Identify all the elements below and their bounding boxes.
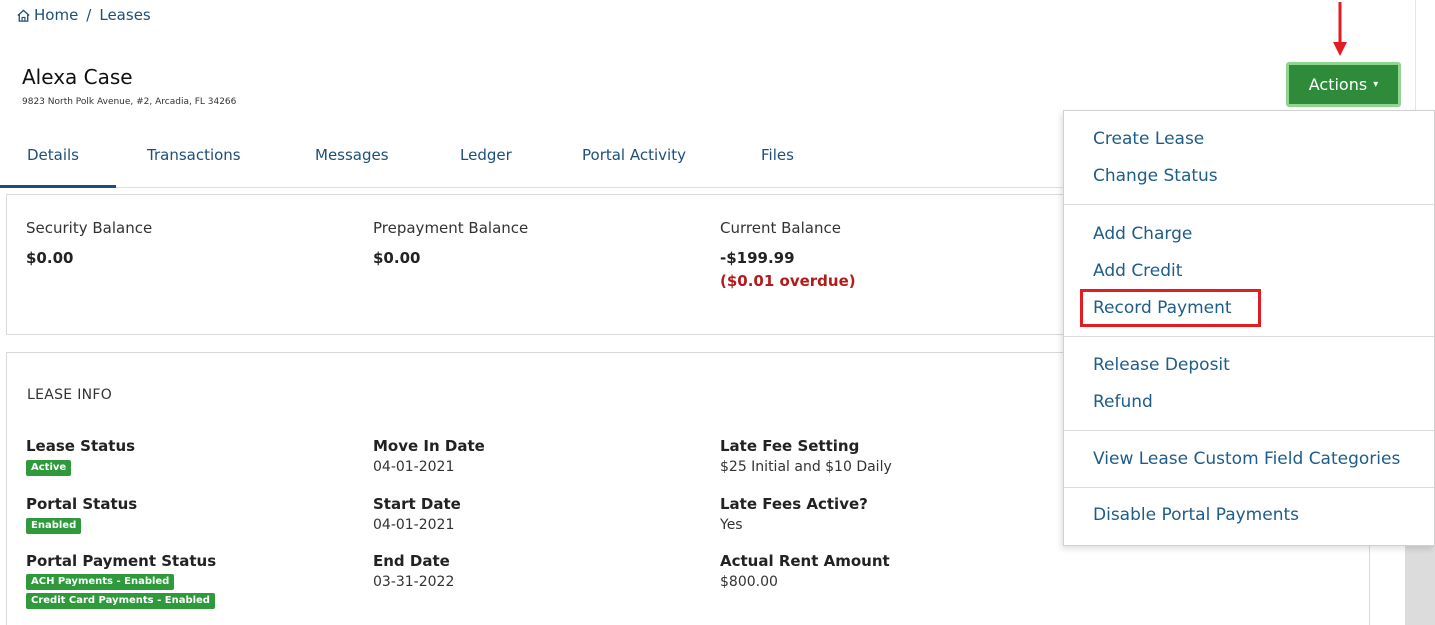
menu-item-disable-portal-payments[interactable]: Disable Portal Payments — [1093, 505, 1299, 525]
menu-item-add-charge[interactable]: Add Charge — [1093, 224, 1192, 244]
menu-item-change-status[interactable]: Change Status — [1093, 166, 1218, 186]
portal-payment-status-field: Portal Payment Status ACH Payments - Ena… — [26, 552, 216, 609]
lease-status-badge: Active — [26, 460, 72, 476]
menu-divider — [1064, 336, 1434, 337]
breadcrumb-leases-link[interactable]: Leases — [99, 6, 150, 24]
menu-divider — [1064, 430, 1434, 431]
security-balance: Security Balance $0.00 — [26, 219, 152, 267]
portal-payment-status-label: Portal Payment Status — [26, 552, 217, 570]
prepayment-balance-label: Prepayment Balance — [373, 219, 529, 237]
security-balance-label: Security Balance — [26, 219, 153, 237]
late-fee-setting-label: Late Fee Setting — [720, 437, 860, 455]
menu-item-record-payment[interactable]: Record Payment — [1093, 298, 1232, 318]
menu-item-release-deposit[interactable]: Release Deposit — [1093, 355, 1230, 375]
menu-divider — [1064, 204, 1434, 205]
end-date-field: End Date 03-31-2022 — [373, 552, 454, 590]
current-balance-label: Current Balance — [720, 219, 841, 237]
active-tab-indicator — [0, 185, 116, 188]
end-date-value: 03-31-2022 — [373, 574, 455, 590]
prepayment-balance-value: $0.00 — [373, 249, 421, 267]
tenant-name: Alexa Case — [22, 65, 133, 89]
tenant-address: 9823 North Polk Avenue, #2, Arcadia, FL … — [22, 97, 237, 107]
move-in-date-field: Move In Date 04-01-2021 — [373, 437, 485, 475]
actual-rent-amount-label: Actual Rent Amount — [720, 552, 890, 570]
tab-ledger[interactable]: Ledger — [460, 146, 512, 164]
menu-divider — [1064, 487, 1434, 488]
menu-item-add-credit[interactable]: Add Credit — [1093, 261, 1182, 281]
caret-down-icon: ▾ — [1373, 79, 1379, 90]
tab-transactions[interactable]: Transactions — [147, 146, 241, 164]
actual-rent-amount-value: $800.00 — [720, 574, 778, 590]
late-fee-setting-value: $25 Initial and $10 Daily — [720, 459, 892, 475]
current-balance: Current Balance -$199.99 ($0.01 overdue) — [720, 219, 856, 290]
move-in-date-label: Move In Date — [373, 437, 485, 455]
home-icon[interactable] — [16, 8, 31, 23]
actions-button[interactable]: Actions ▾ — [1286, 62, 1401, 107]
actual-rent-amount-field: Actual Rent Amount $800.00 — [720, 552, 890, 590]
start-date-field: Start Date 04-01-2021 — [373, 495, 461, 533]
lease-status-field: Lease Status Active — [26, 437, 135, 476]
page: Home / Leases Alexa Case 9823 North Polk… — [0, 0, 1435, 625]
tab-portal-activity[interactable]: Portal Activity — [582, 146, 686, 164]
overdue-amount: ($0.01 overdue) — [720, 272, 856, 290]
ach-payments-badge: ACH Payments - Enabled — [26, 574, 175, 590]
start-date-value: 04-01-2021 — [373, 517, 455, 533]
move-in-date-value: 04-01-2021 — [373, 459, 455, 475]
late-fees-active-value: Yes — [720, 517, 743, 533]
actions-button-label: Actions — [1308, 75, 1368, 94]
lease-tabs: Details Transactions Messages Ledger Por… — [0, 132, 1063, 188]
current-balance-value: -$199.99 — [720, 249, 795, 267]
lease-status-label: Lease Status — [26, 437, 136, 455]
tab-files[interactable]: Files — [761, 146, 794, 164]
annotation-arrow-icon — [1333, 2, 1347, 56]
menu-item-view-lease-custom-field-categories[interactable]: View Lease Custom Field Categories — [1093, 449, 1400, 469]
credit-card-payments-badge: Credit Card Payments - Enabled — [26, 593, 215, 609]
prepayment-balance: Prepayment Balance $0.00 — [373, 219, 528, 267]
security-balance-value: $0.00 — [26, 249, 74, 267]
tab-details[interactable]: Details — [27, 146, 79, 164]
late-fee-setting-field: Late Fee Setting $25 Initial and $10 Dai… — [720, 437, 892, 475]
portal-status-field: Portal Status Enabled — [26, 495, 137, 534]
breadcrumb: Home / Leases — [16, 6, 151, 24]
menu-item-refund[interactable]: Refund — [1093, 392, 1153, 412]
late-fees-active-field: Late Fees Active? Yes — [720, 495, 868, 533]
tab-messages[interactable]: Messages — [315, 146, 389, 164]
menu-item-create-lease[interactable]: Create Lease — [1093, 129, 1204, 149]
breadcrumb-home-link[interactable]: Home — [34, 6, 78, 24]
start-date-label: Start Date — [373, 495, 461, 513]
breadcrumb-separator: / — [86, 6, 92, 24]
portal-status-badge: Enabled — [26, 518, 82, 534]
balance-panel: Security Balance $0.00 Prepayment Balanc… — [6, 194, 1086, 335]
actions-dropdown-menu: Create Lease Change Status Add Charge Ad… — [1063, 110, 1435, 546]
end-date-label: End Date — [373, 552, 450, 570]
lease-info-title: LEASE INFO — [27, 387, 113, 403]
portal-status-label: Portal Status — [26, 495, 138, 513]
late-fees-active-label: Late Fees Active? — [720, 495, 868, 513]
